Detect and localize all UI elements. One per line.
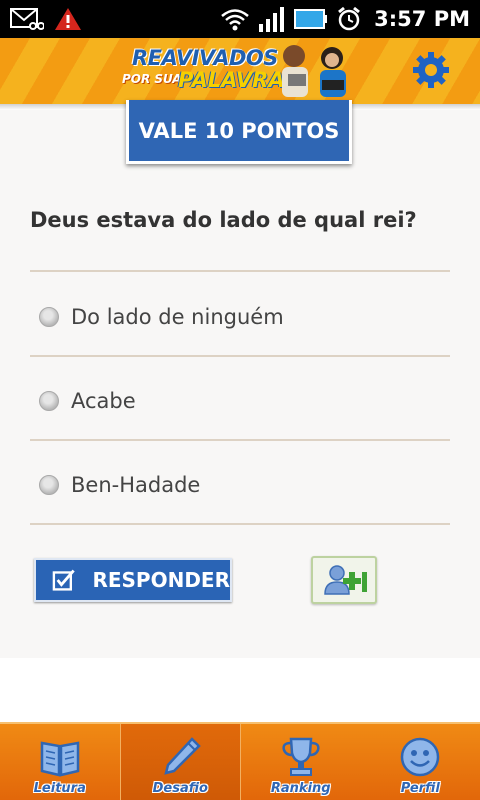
- points-badge: VALE 10 PONTOS: [126, 100, 352, 164]
- settings-gear-icon[interactable]: [412, 51, 450, 89]
- divider: [30, 523, 450, 525]
- nav-label: Perfil: [400, 781, 440, 796]
- answer-option-1[interactable]: Do lado de ninguém: [30, 276, 450, 358]
- nav-label: Leitura: [33, 781, 86, 796]
- add-person-plus-one-icon: [324, 565, 367, 595]
- voicemail-message-icon: [10, 8, 44, 30]
- divider: [30, 355, 450, 357]
- trophy-icon: [282, 737, 320, 776]
- nav-label: Ranking: [270, 781, 331, 796]
- smiley-icon: [401, 737, 440, 777]
- logo-people-illustration: [282, 45, 346, 97]
- app-logo: REAVIVADOS POR SUA PALAVRA: [120, 42, 360, 100]
- nav-tab-desafio[interactable]: Desafio: [119, 724, 241, 800]
- respond-button-label: RESPONDER: [92, 568, 230, 592]
- radio-button[interactable]: [39, 391, 59, 411]
- checkbox-edit-icon: [52, 569, 75, 591]
- option-label: Ben-Hadade: [71, 473, 201, 497]
- add-friend-button[interactable]: [311, 556, 377, 604]
- answer-option-3[interactable]: Ben-Hadade: [30, 444, 450, 526]
- signal-icon: [259, 7, 285, 32]
- bottom-navigation: Leitura Desafio Ranking Perfil: [0, 722, 480, 800]
- alarm-clock-icon: [338, 6, 361, 31]
- warning-icon: [55, 8, 81, 30]
- option-label: Acabe: [71, 389, 136, 413]
- answer-option-2[interactable]: Acabe: [30, 360, 450, 442]
- wifi-icon: [221, 9, 249, 31]
- option-label: Do lado de ninguém: [71, 305, 284, 329]
- pencil-icon: [164, 737, 202, 775]
- status-bar: 3:57 PM: [0, 0, 480, 38]
- nav-tab-perfil[interactable]: Perfil: [361, 724, 480, 800]
- battery-icon: [294, 9, 328, 29]
- divider: [30, 439, 450, 441]
- radio-button[interactable]: [39, 475, 59, 495]
- book-icon: [40, 741, 79, 777]
- nav-tab-leitura[interactable]: Leitura: [0, 724, 120, 800]
- question-text: Deus estava do lado de qual rei?: [30, 208, 417, 232]
- nav-tab-ranking[interactable]: Ranking: [241, 724, 361, 800]
- app-header: REAVIVADOS POR SUA PALAVRA: [0, 38, 480, 104]
- respond-button[interactable]: RESPONDER: [34, 558, 232, 602]
- radio-button[interactable]: [39, 307, 59, 327]
- nav-label: Desafio: [152, 781, 208, 796]
- clock-time: 3:57 PM: [374, 7, 470, 31]
- divider: [30, 270, 450, 272]
